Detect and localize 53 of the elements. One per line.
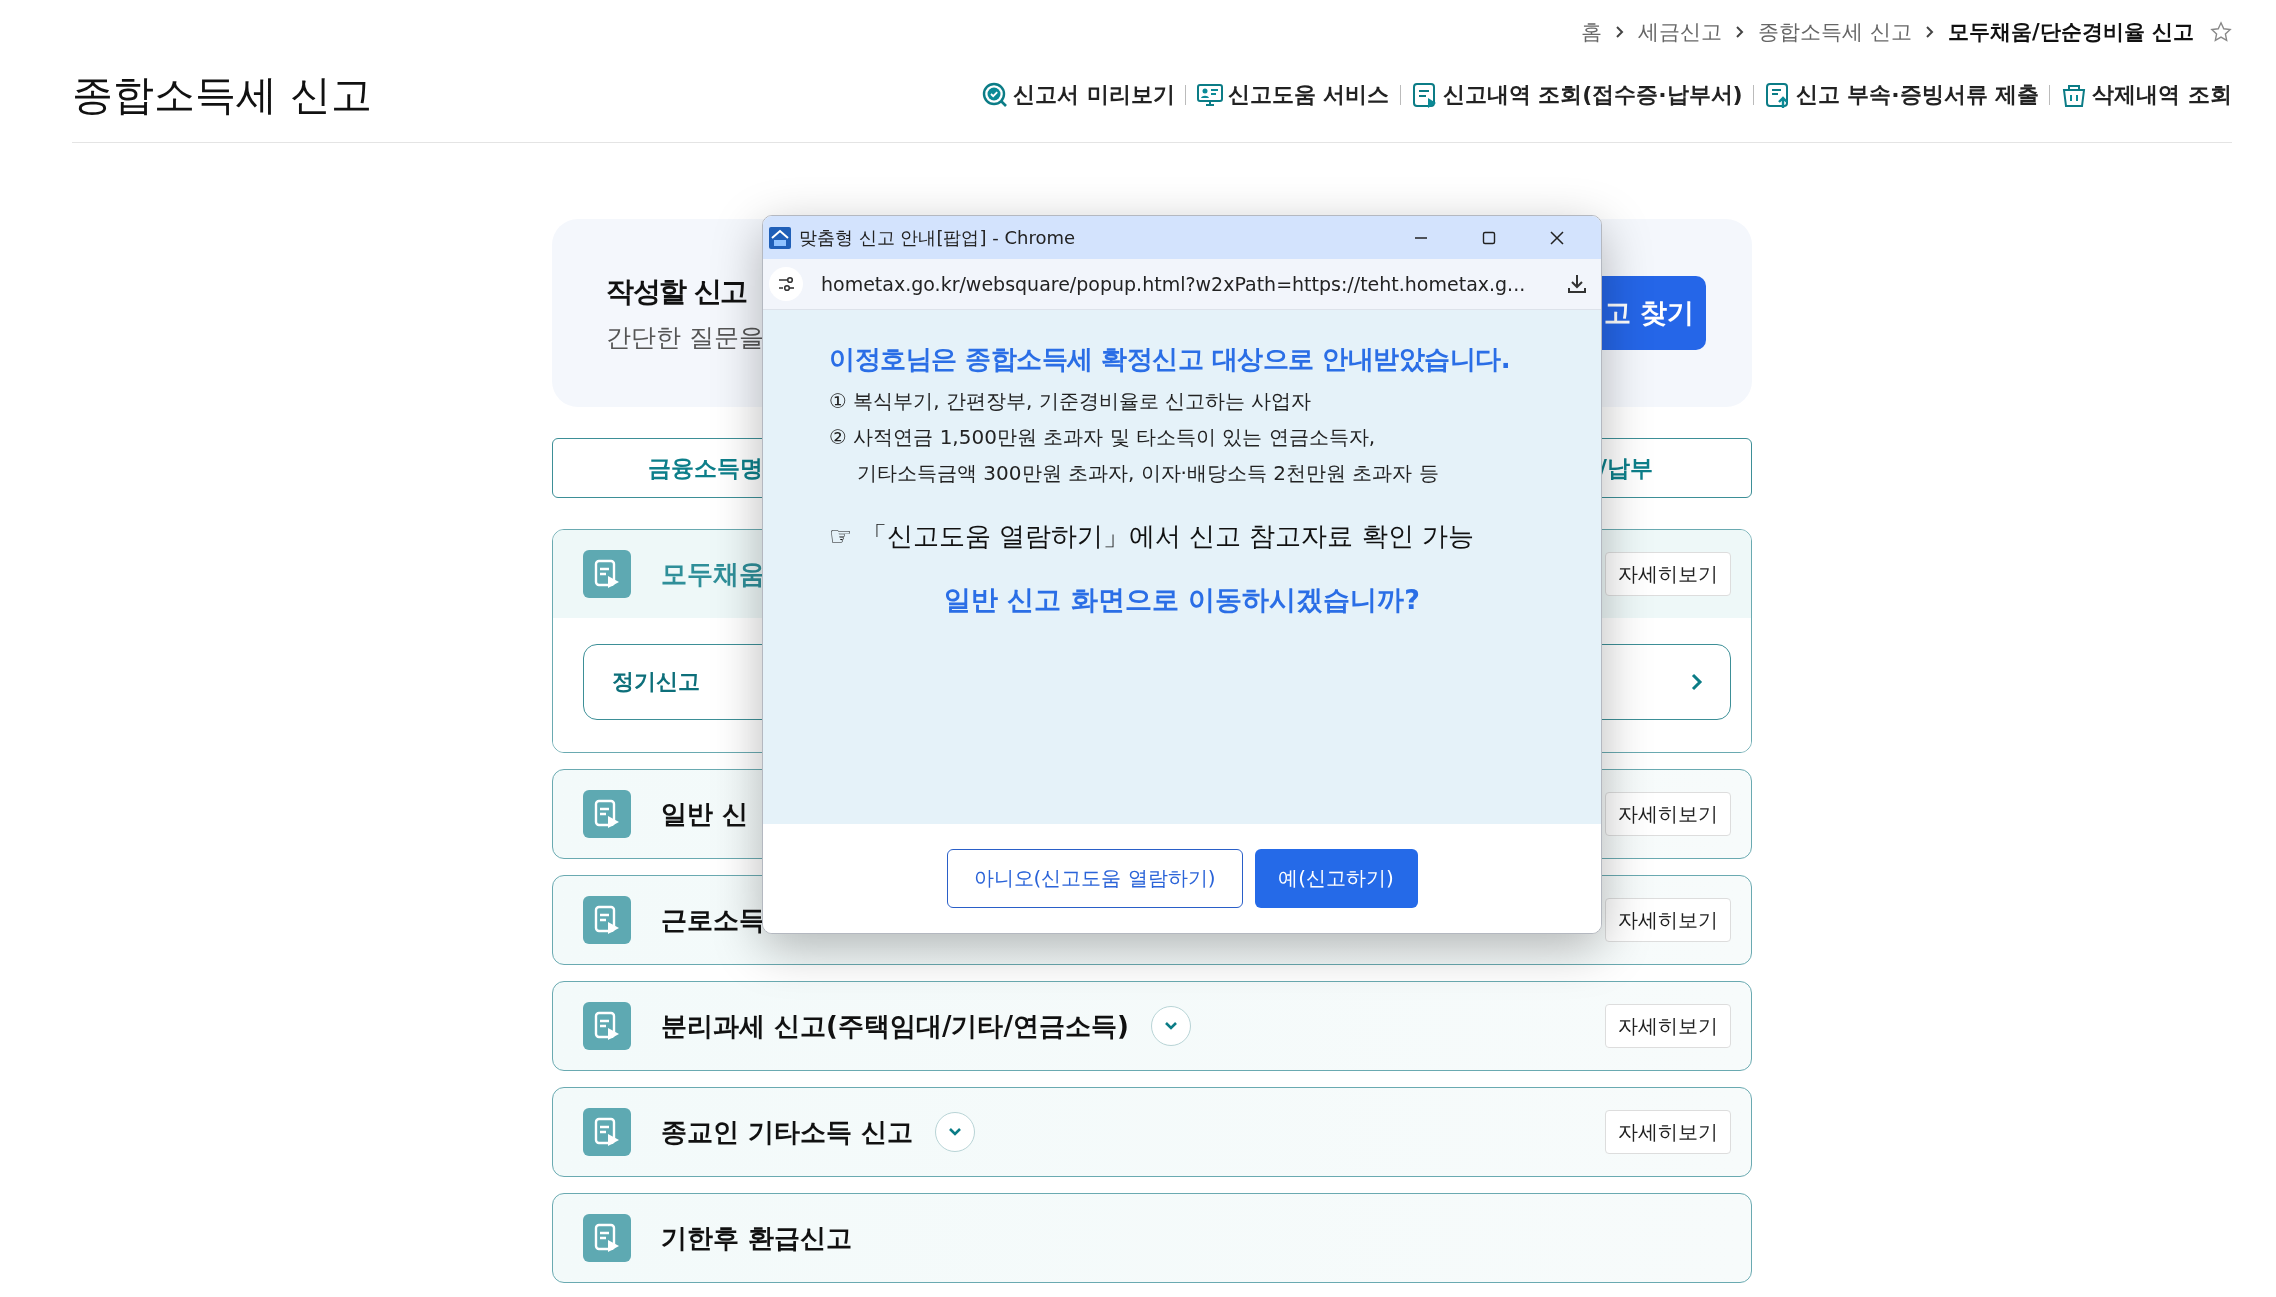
- breadcrumb-link[interactable]: 종합소득세 신고: [1758, 18, 1912, 46]
- monitor-icon: [1195, 81, 1224, 109]
- header-link[interactable]: 신고내역 조회(접수증·납부서): [1442, 80, 1743, 110]
- card-title: 기한후 환급신고: [661, 1221, 853, 1255]
- chevron-right-icon: [1924, 25, 1936, 39]
- document-icon: [583, 790, 631, 838]
- document-icon: [583, 1108, 631, 1156]
- card-title: 작성할 신고: [606, 273, 748, 310]
- breadcrumb-link[interactable]: 모두채움/단순경비율 신고: [1948, 18, 2194, 46]
- card-title: 근로소득: [661, 903, 765, 937]
- find-button[interactable]: 고 찾기: [1600, 276, 1706, 350]
- header-link[interactable]: 삭제내역 조회: [2092, 80, 2232, 110]
- breadcrumb-link[interactable]: 홈: [1581, 18, 1603, 46]
- download-icon[interactable]: [1565, 272, 1589, 296]
- tab[interactable]: 금융소득명: [648, 452, 763, 484]
- header-link[interactable]: 신고 부속·증빙서류 제출: [1795, 80, 2040, 110]
- card-title: 일반 신: [661, 797, 749, 831]
- note-text: ☞ 「신고도움 열람하기」에서 신고 참고자료 확인 가능: [829, 520, 1475, 553]
- document-icon: [583, 550, 631, 598]
- card-subtitle: 간단한 질문을: [606, 321, 764, 354]
- heading: 이정호님은 종합소득세 확정신고 대상으로 안내받았습니다.: [829, 343, 1512, 376]
- url-text: hometax.go.kr/websquare/popup.html?w2xPath=https://teht.hometax.g...: [821, 273, 1526, 295]
- row-label: 정기신고: [612, 668, 700, 696]
- details-button[interactable]: 자세히보기: [1605, 1004, 1731, 1048]
- card-title: 종교인 기타소득 신고: [661, 1115, 914, 1149]
- card-title: 분리과세 신고(주택임대/기타/연금소득): [661, 1009, 1129, 1043]
- chevron-down-icon: [947, 1126, 964, 1138]
- site-settings-icon: [776, 274, 796, 294]
- info-text: ② 사적연금 1,500만원 초과자 및 타소득이 있는 연금소득자,: [829, 424, 1377, 451]
- header-link[interactable]: 신고서 미리보기: [1013, 80, 1175, 110]
- question-text: 일반 신고 화면으로 이동하시겠습니까?: [943, 583, 1421, 617]
- details-button[interactable]: 자세히보기: [1605, 792, 1731, 836]
- chevron-down-icon: [1162, 1020, 1179, 1032]
- details-button[interactable]: 자세히보기: [1605, 552, 1731, 596]
- document-icon: [583, 1214, 631, 1262]
- tab[interactable]: /납부: [1598, 452, 1653, 484]
- window-title: 맞춤형 신고 안내[팝업] - Chrome: [799, 225, 1076, 250]
- info-text: 기타소득금액 300만원 초과자, 이자·배당소득 2천만원 초과자 등: [856, 460, 1440, 487]
- page-title: 종합소득세 신고: [72, 69, 373, 121]
- cancel-button[interactable]: 아니오(신고도움 열람하기): [946, 849, 1243, 908]
- header-link[interactable]: 신고도움 서비스: [1227, 80, 1390, 110]
- confirm-button[interactable]: 예(신고하기): [1254, 849, 1418, 908]
- expand-toggle[interactable]: [1150, 1006, 1191, 1046]
- chevron-right-icon: [1690, 672, 1704, 692]
- house-icon: [769, 226, 791, 249]
- expand-toggle[interactable]: [935, 1112, 976, 1152]
- details-button[interactable]: 자세히보기: [1605, 898, 1731, 942]
- card-title: 모두채움: [661, 557, 765, 591]
- info-text: ① 복식부기, 간편장부, 기준경비율로 신고하는 사업자: [829, 388, 1313, 415]
- details-button[interactable]: 자세히보기: [1605, 1110, 1731, 1154]
- document-icon: [583, 1002, 631, 1050]
- document-icon: [583, 896, 631, 944]
- breadcrumb-link[interactable]: 세금신고: [1638, 18, 1723, 46]
